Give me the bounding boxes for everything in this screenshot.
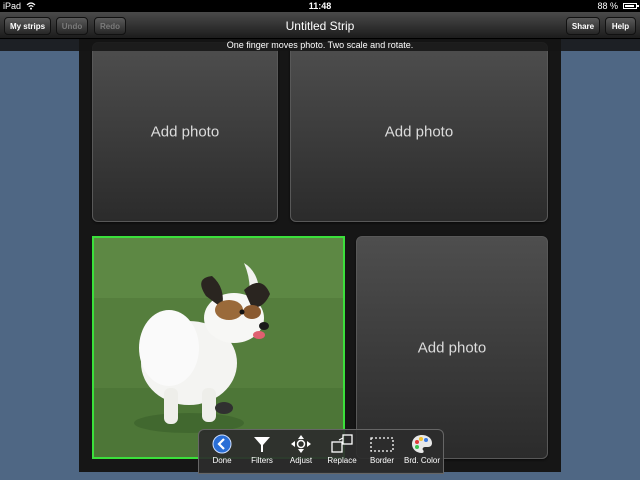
navigation-bar: Untitled Strip My strips Undo Redo Share… (0, 12, 640, 39)
palette-icon (412, 435, 432, 453)
add-photo-label: Add photo (384, 123, 454, 141)
selected-photo-slot[interactable] (92, 236, 345, 459)
add-photo-label: Add photo (417, 339, 487, 356)
filter-funnel-icon (254, 437, 270, 452)
edit-toolbar: Done Filters Adjust Replace Border Brd. … (198, 429, 444, 474)
border-button[interactable]: Border (362, 434, 402, 472)
replace-button[interactable]: Replace (322, 434, 362, 472)
photo-slot-top-right[interactable]: Add photo (290, 42, 548, 222)
battery-percent: 88 % (597, 1, 618, 11)
battery-icon (623, 3, 639, 9)
border-label: Border (369, 456, 394, 465)
replace-label: Replace (327, 456, 357, 465)
share-button[interactable]: Share (566, 17, 600, 35)
adjust-button[interactable]: Adjust (281, 434, 321, 472)
border-icon (370, 437, 394, 452)
redo-button[interactable]: Redo (94, 17, 126, 35)
status-bar: iPad 11:48 88 % (0, 0, 640, 12)
photo-slot-top-left[interactable]: Add photo (92, 42, 278, 222)
dog-photo (94, 238, 343, 457)
undo-button[interactable]: Undo (56, 17, 88, 35)
filters-button[interactable]: Filters (242, 434, 282, 472)
done-label: Done (212, 456, 232, 465)
border-color-button[interactable]: Brd. Color (402, 434, 442, 472)
photo-slot-bottom-right[interactable]: Add photo (356, 236, 548, 459)
done-button[interactable]: Done (202, 434, 242, 472)
back-arrow-icon (212, 434, 232, 454)
my-strips-button[interactable]: My strips (4, 17, 51, 35)
move-arrows-icon (291, 435, 311, 453)
gesture-hint: One finger moves photo. Two scale and ro… (0, 39, 640, 51)
replace-icon (331, 434, 353, 453)
add-photo-label: Add photo (150, 123, 220, 141)
adjust-label: Adjust (289, 456, 313, 465)
border-color-label: Brd. Color (403, 456, 440, 465)
help-button[interactable]: Help (605, 17, 636, 35)
clock: 11:48 (308, 1, 332, 11)
filters-label: Filters (251, 456, 273, 465)
